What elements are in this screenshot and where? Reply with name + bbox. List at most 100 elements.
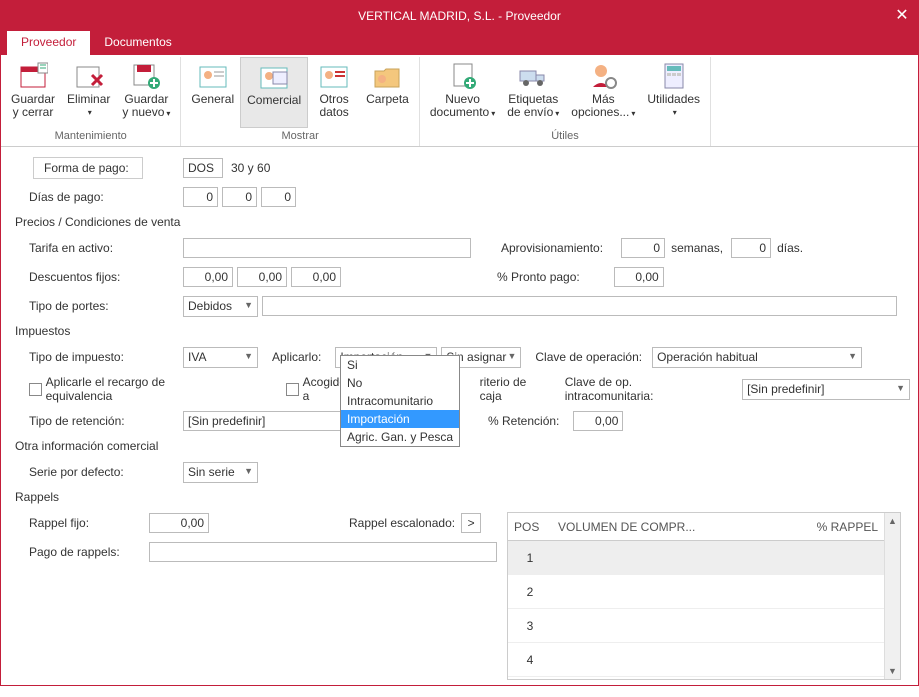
- pct-retencion-label: % Retención:: [488, 414, 559, 428]
- dropdown-option[interactable]: Agric. Gan. y Pesca: [341, 428, 459, 446]
- tarifa-label: Tarifa en activo:: [9, 241, 139, 255]
- chevron-down-icon: ▾: [673, 106, 677, 119]
- aprov-days[interactable]: [731, 238, 771, 258]
- save-close-button[interactable]: Guardary cerrar: [5, 57, 61, 128]
- aplicarlo-dropdown[interactable]: Si No Intracomunitario Importación Agric…: [340, 355, 460, 447]
- table-row[interactable]: 3: [508, 609, 884, 643]
- col-volumen: VOLUMEN DE COMPR...: [552, 520, 794, 534]
- save-new-icon: [131, 61, 161, 91]
- comercial-button[interactable]: Comercial: [240, 57, 308, 128]
- pago-rappels-input[interactable]: [149, 542, 497, 562]
- section-rappels: Rappels: [15, 490, 910, 504]
- other-data-icon: [319, 61, 349, 91]
- table-row[interactable]: 4: [508, 643, 884, 677]
- tipo-impuesto-label: Tipo de impuesto:: [9, 350, 139, 364]
- col-pos: POS: [508, 520, 552, 534]
- dropdown-option[interactable]: Intracomunitario: [341, 392, 459, 410]
- delete-button[interactable]: Eliminar▾: [61, 57, 116, 128]
- descuentos-label: Descuentos fijos:: [9, 270, 139, 284]
- clave-intra-select[interactable]: [Sin predefinir]▼: [742, 379, 910, 400]
- chevron-down-icon: ▾: [166, 109, 170, 118]
- folder-icon: [372, 61, 402, 91]
- tab-proveedor[interactable]: Proveedor: [7, 31, 90, 55]
- rappels-table: POS VOLUMEN DE COMPR... % RAPPEL 1 2 3 4…: [507, 512, 901, 680]
- calculator-icon: [659, 61, 689, 91]
- tipo-retencion-label: Tipo de retención:: [9, 414, 139, 428]
- dias-pago-1[interactable]: [183, 187, 218, 207]
- ribbon-group-label: Mantenimiento: [55, 128, 127, 146]
- chevron-down-icon: ▼: [507, 351, 516, 361]
- tipo-retencion-input[interactable]: [183, 411, 346, 431]
- delete-icon: [74, 61, 104, 91]
- rappel-fijo-input[interactable]: [149, 513, 209, 533]
- shipping-labels-button[interactable]: Etiquetasde envío▾: [501, 57, 565, 128]
- chevron-down-icon: ▾: [491, 109, 495, 118]
- portes-label: Tipo de portes:: [9, 299, 139, 313]
- chevron-down-icon: ▾: [555, 109, 559, 118]
- pronto-label: % Pronto pago:: [497, 270, 580, 284]
- aprov-weeks[interactable]: [621, 238, 665, 258]
- tab-documentos[interactable]: Documentos: [90, 31, 185, 55]
- dias-pago-2[interactable]: [222, 187, 257, 207]
- chevron-down-icon: ▼: [244, 466, 253, 476]
- dropdown-option-selected[interactable]: Importación: [341, 410, 459, 428]
- forma-pago-label: Forma de pago:: [33, 157, 143, 179]
- more-options-button[interactable]: Másopciones...▾: [565, 57, 641, 128]
- ribbon-tabs: Proveedor Documentos: [1, 31, 918, 55]
- rappel-fijo-label: Rappel fijo:: [9, 516, 139, 530]
- chevron-down-icon: ▼: [244, 351, 253, 361]
- ribbon-group-label: Útiles: [551, 128, 579, 146]
- desc-3[interactable]: [291, 267, 341, 287]
- new-document-button[interactable]: Nuevodocumento▾: [424, 57, 501, 128]
- dias-pago-label: Días de pago:: [9, 190, 139, 204]
- form-content: Forma de pago: 30 y 60 Días de pago: Pre…: [1, 147, 918, 697]
- other-data-button[interactable]: Otrosdatos: [308, 57, 360, 128]
- section-precios: Precios / Condiciones de venta: [15, 215, 910, 229]
- desc-2[interactable]: [237, 267, 287, 287]
- forma-pago-code[interactable]: [183, 158, 223, 178]
- scroll-down-icon[interactable]: ▼: [885, 663, 900, 679]
- tarifa-input[interactable]: [183, 238, 471, 258]
- chevron-down-icon: ▾: [88, 106, 92, 119]
- titlebar: VERTICAL MADRID, S.L. - Proveedor ✕: [1, 1, 918, 31]
- pronto-input[interactable]: [614, 267, 664, 287]
- rappel-esc-label: Rappel escalonado:: [349, 516, 455, 530]
- clave-op-label: Clave de operación:: [535, 350, 642, 364]
- dropdown-option[interactable]: Si: [341, 356, 459, 374]
- scrollbar[interactable]: ▲ ▼: [884, 513, 900, 679]
- window-title: VERTICAL MADRID, S.L. - Proveedor: [358, 9, 561, 23]
- person-card-icon: [198, 61, 228, 91]
- portes-text[interactable]: [262, 296, 897, 316]
- new-document-icon: [448, 61, 478, 91]
- clave-op-select[interactable]: Operación habitual▼: [652, 347, 862, 368]
- utilities-button[interactable]: Utilidades▾: [641, 57, 706, 128]
- dias-pago-3[interactable]: [261, 187, 296, 207]
- folder-button[interactable]: Carpeta: [360, 57, 415, 128]
- table-row[interactable]: 1: [508, 541, 884, 575]
- forma-pago-text: 30 y 60: [231, 161, 270, 175]
- aplicarlo-label: Aplicarlo:: [272, 350, 321, 364]
- pago-rappels-label: Pago de rappels:: [9, 545, 139, 559]
- chevron-down-icon: ▾: [631, 109, 635, 118]
- pct-retencion-input[interactable]: [573, 411, 623, 431]
- rappel-esc-button[interactable]: >: [461, 513, 481, 533]
- table-row[interactable]: 2: [508, 575, 884, 609]
- section-impuestos: Impuestos: [15, 324, 910, 338]
- save-close-icon: [18, 61, 48, 91]
- ribbon-group-label: Mostrar: [281, 128, 318, 146]
- tipo-impuesto-select[interactable]: IVA▼: [183, 347, 258, 368]
- section-otra: Otra información comercial: [15, 439, 910, 453]
- person-gear-icon: [588, 61, 618, 91]
- close-icon[interactable]: ✕: [892, 5, 912, 25]
- serie-label: Serie por defecto:: [9, 465, 139, 479]
- serie-select[interactable]: Sin serie▼: [183, 462, 258, 483]
- scroll-up-icon[interactable]: ▲: [885, 513, 900, 529]
- recargo-checkbox[interactable]: Aplicarle el recargo de equivalencia: [29, 375, 233, 403]
- truck-icon: [518, 61, 548, 91]
- portes-select[interactable]: Debidos▼: [183, 296, 258, 317]
- general-button[interactable]: General: [185, 57, 240, 128]
- comercial-icon: [259, 62, 289, 92]
- save-new-button[interactable]: Guardary nuevo▾: [116, 57, 176, 128]
- desc-1[interactable]: [183, 267, 233, 287]
- dropdown-option[interactable]: No: [341, 374, 459, 392]
